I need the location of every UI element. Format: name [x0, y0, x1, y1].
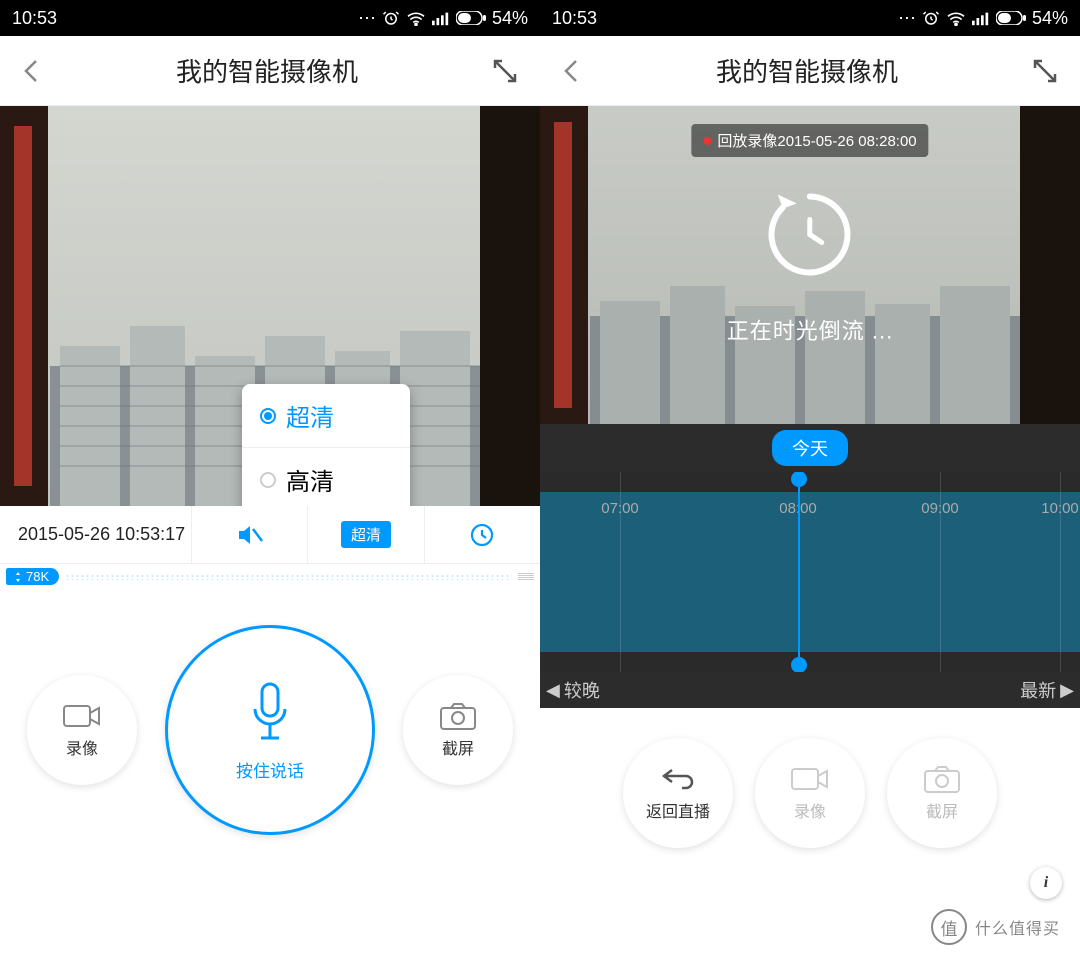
newer-button[interactable]: 最新 ▶ [1020, 677, 1074, 703]
quality-option-uhd[interactable]: 超清 [242, 384, 410, 448]
alarm-icon [382, 9, 400, 27]
wifi-icon [946, 10, 966, 26]
back-to-live-button[interactable]: 返回直播 [623, 738, 733, 848]
bitrate-badge: 78K [6, 568, 59, 585]
more-icon: ⋯ [898, 8, 916, 29]
mic-icon [245, 679, 295, 749]
radio-icon [260, 408, 276, 424]
rewind-icon [760, 185, 860, 285]
quality-button[interactable]: 超清 [307, 506, 423, 563]
loading-overlay: 正在时光倒流 ... [727, 185, 893, 346]
video-live[interactable]: 超清 高清 流畅 [0, 106, 540, 506]
watermark-badge: 值 [931, 909, 967, 945]
updown-icon [14, 571, 22, 583]
radio-icon [260, 472, 276, 488]
wifi-icon [406, 10, 426, 26]
status-bar: 10:53 ⋯ 54% [0, 0, 540, 36]
tick-label: 07:00 [601, 500, 639, 517]
timeline[interactable]: 07:00 08:00 09:00 10:00 [540, 472, 1080, 672]
page-title: 我的智能摄像机 [716, 52, 898, 89]
playhead[interactable] [798, 472, 800, 672]
camera-icon [62, 701, 102, 731]
signal-icon [972, 10, 990, 26]
battery-percent: 54% [492, 8, 528, 29]
record-dot-icon [703, 137, 711, 145]
status-time: 10:53 [552, 8, 597, 29]
status-icons: ⋯ 54% [898, 8, 1068, 29]
history-button[interactable] [424, 506, 540, 563]
tick-label: 10:00 [1041, 500, 1079, 517]
info-button[interactable]: i [1030, 867, 1062, 899]
older-button[interactable]: ◀ 较晚 [546, 677, 600, 703]
talk-button[interactable]: 按住说话 [165, 625, 375, 835]
bitrate-row: 78K [0, 564, 540, 589]
loading-text: 正在时光倒流 ... [727, 314, 893, 346]
site-watermark: 值 什么值得买 [931, 909, 1060, 945]
screenshot-button-disabled: 截屏 [887, 738, 997, 848]
video-playback[interactable]: 回放录像2015-05-26 08:28:00 正在时光倒流 ... [540, 106, 1080, 424]
live-controls: 录像 按住说话 截屏 [0, 589, 540, 895]
battery-percent: 54% [1032, 8, 1068, 29]
info-row: 2015-05-26 10:53:17 超清 [0, 506, 540, 564]
status-bar: 10:53 ⋯ 54% [540, 0, 1080, 36]
screen-live: 10:53 ⋯ 54% 我的智能摄像机 超清 高清 流畅 [0, 0, 540, 955]
back-icon[interactable] [560, 55, 584, 87]
battery-icon [996, 11, 1026, 25]
quality-option-hd[interactable]: 高清 [242, 448, 410, 506]
fullscreen-icon[interactable] [1030, 56, 1060, 86]
record-button-disabled: 录像 [755, 738, 865, 848]
back-icon[interactable] [20, 55, 44, 87]
tick-label: 09:00 [921, 500, 959, 517]
screenshot-button[interactable]: 截屏 [403, 675, 513, 785]
status-time: 10:53 [12, 8, 57, 29]
watermark-text: 什么值得买 [975, 915, 1060, 939]
timestamp-cell: 2015-05-26 10:53:17 [0, 506, 191, 563]
mute-icon [236, 523, 264, 547]
screen-playback: 10:53 ⋯ 54% 我的智能摄像机 回放录像2015-05-26 08:28… [540, 0, 1080, 955]
page-title: 我的智能摄像机 [176, 52, 358, 89]
date-picker-row: 今天 [540, 424, 1080, 472]
mute-button[interactable] [191, 506, 307, 563]
app-header: 我的智能摄像机 [0, 36, 540, 106]
quality-popup: 超清 高清 流畅 [242, 384, 410, 506]
app-header: 我的智能摄像机 [540, 36, 1080, 106]
record-button[interactable]: 录像 [27, 675, 137, 785]
drag-handle-icon[interactable] [518, 573, 534, 580]
today-button[interactable]: 今天 [772, 430, 848, 466]
alarm-icon [922, 9, 940, 27]
photo-icon [923, 764, 961, 794]
fullscreen-icon[interactable] [490, 56, 520, 86]
return-icon [660, 764, 696, 794]
playback-controls: 返回直播 录像 截屏 [540, 708, 1080, 898]
clock-icon [469, 522, 495, 548]
photo-icon [439, 701, 477, 731]
timeline-panel: 今天 07:00 08:00 09:00 10:00 ◀ 较晚 最新 ▶ [540, 424, 1080, 708]
more-icon: ⋯ [358, 8, 376, 29]
battery-icon [456, 11, 486, 25]
timeline-nav: ◀ 较晚 最新 ▶ [540, 672, 1080, 708]
signal-icon [432, 10, 450, 26]
camera-icon [790, 764, 830, 794]
playback-badge: 回放录像2015-05-26 08:28:00 [691, 124, 928, 157]
status-icons: ⋯ 54% [358, 8, 528, 29]
bitrate-dotline [65, 574, 512, 580]
